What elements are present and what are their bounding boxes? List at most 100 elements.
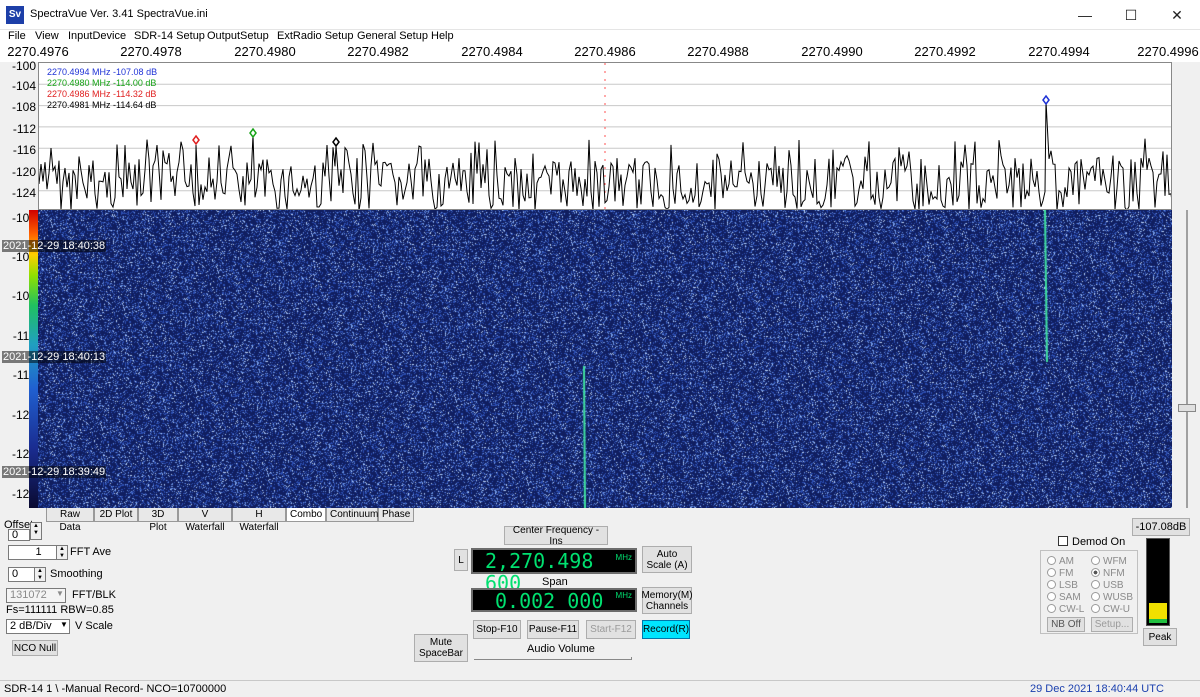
stop-button[interactable]: Stop-F10 [473, 620, 521, 639]
mode-cw-u[interactable]: CW-U [1091, 604, 1130, 615]
demod-on-checkbox[interactable]: Demod On [1058, 536, 1125, 548]
peak-marker [1042, 94, 1050, 106]
freq-tick-label: 2270.4986 [574, 44, 636, 59]
mode-cw-l[interactable]: CW-L [1047, 604, 1084, 615]
start-button[interactable]: Start-F12 [586, 620, 636, 639]
menu-general-setup[interactable]: General Setup [357, 30, 428, 42]
peak-marker [249, 127, 257, 139]
close-button[interactable]: ✕ [1154, 0, 1200, 30]
vscale-label: V Scale [75, 620, 113, 632]
waterfall-image [38, 210, 1172, 508]
audio-volume-label: Audio Volume [527, 643, 595, 655]
fft-ave-label: FFT Ave [70, 546, 112, 558]
mode-lsb[interactable]: LSB [1047, 580, 1078, 591]
freq-tick-label: 2270.4984 [461, 44, 523, 59]
maximize-button[interactable]: ☐ [1108, 0, 1154, 30]
demod-on-label: Demod On [1072, 536, 1126, 548]
tab-phase[interactable]: Phase [378, 508, 414, 522]
spectrum-db-label: -100 [11, 59, 36, 73]
memory-channels-button[interactable]: Memory(M) Channels [641, 587, 693, 614]
frequency-axis: 2270.4976 2270.4978 2270.4980 2270.4982 … [0, 44, 1200, 62]
spectrum-trace [39, 63, 1171, 209]
l-button[interactable]: L [454, 549, 468, 571]
status-bar: SDR-14 1 \ -Manual Record- NCO=10700000 … [0, 680, 1200, 697]
minimize-button[interactable]: — [1062, 0, 1108, 30]
spectrum-plot[interactable]: 2270.4994 MHz -107.08 dB 2270.4980 MHz -… [38, 62, 1172, 210]
waterfall-display[interactable] [38, 210, 1172, 508]
audio-volume-slider[interactable] [474, 657, 632, 660]
tab-combo[interactable]: Combo [286, 508, 326, 522]
marker-readout: 2270.4986 MHz -114.32 dB [47, 89, 157, 99]
freq-tick-label: 2270.4994 [1028, 44, 1090, 59]
menu-extradio-setup[interactable]: ExtRadio Setup [277, 30, 353, 42]
center-frequency-display[interactable]: 2,270.498 600 MHz [471, 548, 637, 594]
mode-usb[interactable]: USB [1091, 580, 1124, 591]
marker-readout: 2270.4994 MHz -107.08 dB [47, 67, 158, 77]
mode-wusb[interactable]: WUSB [1091, 592, 1133, 603]
brightness-slider-thumb[interactable] [1178, 404, 1196, 412]
freq-tick-label: 2270.4992 [914, 44, 976, 59]
signal-meter [1146, 538, 1170, 626]
spectrum-db-label: -104 [11, 79, 36, 93]
tab-v-waterfall[interactable]: V Waterfall [178, 508, 232, 533]
freq-tick-label: 2270.4982 [347, 44, 409, 59]
waterfall-timestamp: 2021-12-29 18:39:49 [2, 466, 107, 478]
spectrum-db-label: -124 [11, 186, 36, 200]
spectrum-db-label: -112 [12, 122, 36, 136]
tab-3d-plot[interactable]: 3D Plot [138, 508, 178, 533]
menu-outputsetup[interactable]: OutputSetup [207, 30, 269, 42]
offset-spinner[interactable]: ▲ ▼ [30, 522, 42, 540]
nco-null-button[interactable]: NCO Null [12, 640, 58, 656]
menu-help[interactable]: Help [431, 30, 454, 42]
spectrum-db-label: -120 [11, 165, 36, 179]
marker-readout: 2270.4981 MHz -114.64 dB [47, 100, 157, 110]
tab-h-waterfall[interactable]: H Waterfall [232, 508, 286, 533]
span-label: Span [542, 576, 568, 588]
setup-button[interactable]: Setup... [1091, 617, 1133, 632]
peak-marker [332, 136, 340, 148]
mode-fm[interactable]: FM [1047, 568, 1073, 579]
mode-nfm[interactable]: NFM [1091, 568, 1125, 579]
chevron-down-icon: ▼ [60, 620, 68, 629]
frequency-unit: MHz [615, 553, 632, 562]
span-value: 0.002 000 [495, 589, 604, 613]
tab-continuum[interactable]: Continuum [326, 508, 378, 522]
freq-tick-label: 2270.4988 [687, 44, 749, 59]
chevron-down-icon: ▼ [56, 589, 64, 598]
mode-am[interactable]: AM [1047, 556, 1074, 567]
span-display[interactable]: 0.002 000 MHz [471, 588, 637, 612]
checkbox-icon [1058, 536, 1068, 546]
smoothing-spinner[interactable]: ▲ ▼ [34, 567, 46, 582]
mute-button[interactable]: Mute SpaceBar [414, 634, 468, 662]
tab-raw-data[interactable]: Raw Data [46, 508, 94, 533]
offset-input[interactable]: 0 [8, 529, 30, 541]
brightness-slider-track[interactable] [1186, 210, 1188, 508]
menu-file[interactable]: File [8, 30, 26, 42]
span-unit: MHz [615, 591, 632, 600]
fs-rbw-readout: Fs=111111 RBW=0.85 [6, 604, 114, 616]
auto-scale-button[interactable]: Auto Scale (A) [642, 546, 692, 573]
waterfall-timestamp: 2021-12-29 18:40:13 [2, 351, 107, 363]
record-button[interactable]: Record(R) [642, 620, 690, 639]
app-icon: Sv [6, 6, 24, 24]
freq-tick-label: 2270.4980 [234, 44, 296, 59]
demod-mode-panel: AM FM LSB SAM CW-L WFM NFM USB WUSB CW-U… [1040, 550, 1138, 634]
menu-inputdevice[interactable]: InputDevice [68, 30, 126, 42]
menu-sdr14-setup[interactable]: SDR-14 Setup [134, 30, 205, 42]
nb-off-button[interactable]: NB Off [1047, 617, 1085, 632]
smoothing-label: Smoothing [50, 568, 103, 580]
status-datetime: 29 Dec 2021 18:40:44 UTC [1030, 683, 1164, 695]
freq-tick-label: 2270.4978 [120, 44, 182, 59]
marker-legend: 2270.4994 MHz -107.08 dB 2270.4980 MHz -… [47, 67, 157, 111]
fft-ave-spinner[interactable]: ▲ ▼ [56, 545, 68, 560]
tab-2d-plot[interactable]: 2D Plot [94, 508, 138, 522]
mode-wfm[interactable]: WFM [1091, 556, 1127, 567]
peak-button[interactable]: Peak [1143, 628, 1177, 646]
window-title: SpectraVue Ver. 3.41 SpectraVue.ini [30, 8, 208, 20]
pause-button[interactable]: Pause-F11 [527, 620, 579, 639]
menu-view[interactable]: View [35, 30, 59, 42]
center-frequency-button[interactable]: Center Frequency - Ins [504, 525, 608, 547]
mode-sam[interactable]: SAM [1047, 592, 1081, 603]
fft-blk-label: FFT/BLK [72, 589, 117, 601]
freq-tick-label: 2270.4990 [801, 44, 863, 59]
